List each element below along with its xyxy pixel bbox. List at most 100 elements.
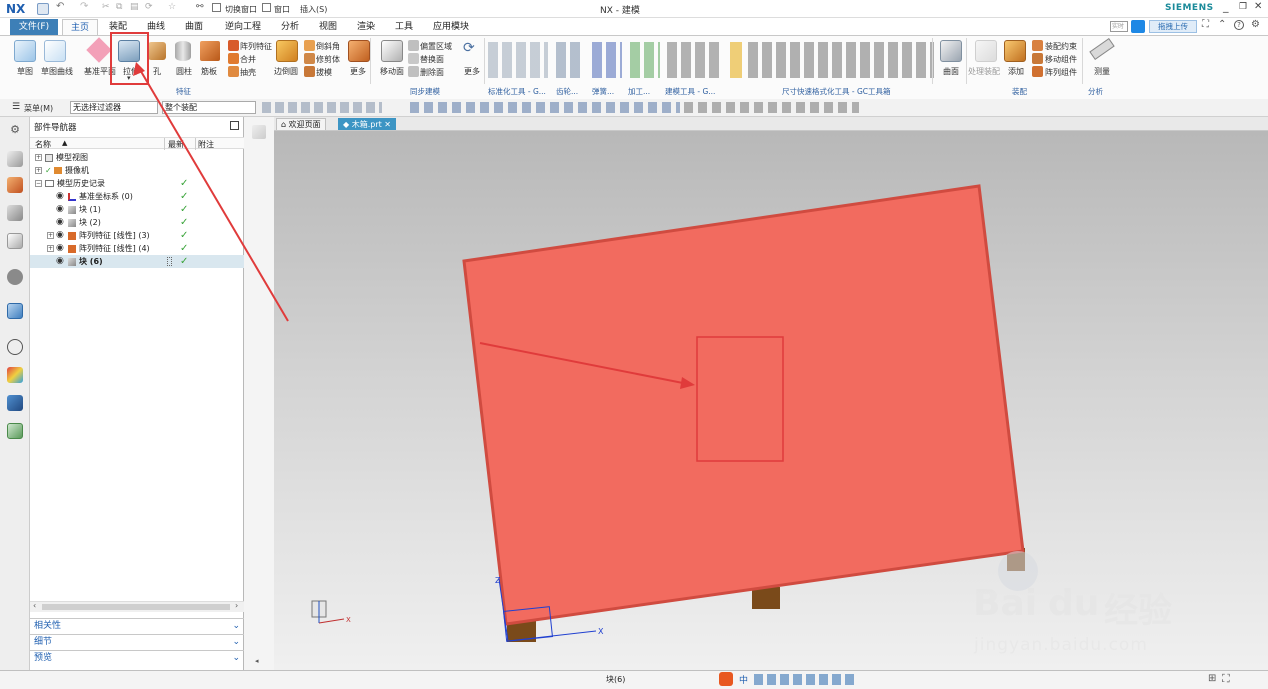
- edge-blend-label[interactable]: 边倒圆: [274, 66, 298, 77]
- unite-label[interactable]: 合并: [240, 54, 256, 65]
- process-studio-icon[interactable]: [7, 395, 23, 411]
- repeat-command-icon[interactable]: ⟳: [145, 2, 153, 12]
- tree-row-model-views[interactable]: + 模型视图: [30, 151, 244, 164]
- tree-row-block-1[interactable]: ◉ 块 (1) ✓: [30, 203, 244, 216]
- group-sync-label[interactable]: 同步建模: [410, 85, 440, 98]
- selection-scope-select[interactable]: 整个装配: [162, 101, 256, 114]
- tab-assembly[interactable]: 装配: [100, 19, 136, 35]
- star-icon[interactable]: ☆: [168, 2, 176, 12]
- make-unique-icon[interactable]: [975, 40, 997, 62]
- group-dimension-tools-label[interactable]: 尺寸快速格式化工具 - GC工具箱: [782, 85, 891, 98]
- constraint-navigator-icon[interactable]: [7, 177, 23, 193]
- more-features-icon[interactable]: [348, 40, 370, 62]
- scroll-left-icon[interactable]: ‹: [33, 601, 36, 610]
- delete-face-label[interactable]: 删除面: [420, 67, 444, 78]
- hole-icon[interactable]: [148, 42, 166, 60]
- assembly-constraint-label[interactable]: 装配约束: [1045, 41, 1077, 52]
- visibility-eye-icon[interactable]: ◉: [56, 255, 64, 268]
- tab-render[interactable]: 渲染: [348, 19, 384, 35]
- insert-menu[interactable]: 插入(S): [300, 4, 327, 15]
- cloud-icon[interactable]: [1131, 20, 1145, 33]
- collapse-ribbon-icon[interactable]: ⌃: [1218, 19, 1226, 30]
- command-search-input[interactable]: 实时: [1110, 21, 1128, 32]
- cut-icon[interactable]: ✂: [102, 2, 110, 12]
- copy-icon[interactable]: ⧉: [116, 2, 122, 12]
- close-icon[interactable]: ✕: [1254, 1, 1262, 12]
- pattern-feature-label[interactable]: 阵列特征: [240, 41, 272, 52]
- measure-icon[interactable]: [1089, 38, 1115, 60]
- history-icon[interactable]: [7, 339, 23, 355]
- standardization-tools-icons[interactable]: [488, 42, 548, 78]
- tab-curve[interactable]: 曲线: [138, 19, 174, 35]
- datum-plane-label[interactable]: 基准平面: [84, 66, 116, 77]
- minimize-icon[interactable]: _: [1223, 0, 1229, 13]
- tab-reverse-engineering[interactable]: 逆向工程: [216, 19, 270, 35]
- sort-ascending-icon[interactable]: ▲: [62, 139, 67, 147]
- visibility-eye-icon[interactable]: ◉: [56, 190, 64, 203]
- details-panel[interactable]: 细节 ⌄: [30, 634, 244, 649]
- replace-face-icon[interactable]: [408, 53, 419, 64]
- expand-icon[interactable]: +: [35, 154, 42, 161]
- unite-icon[interactable]: [228, 53, 239, 64]
- undo-icon[interactable]: ↶: [56, 1, 64, 12]
- tab-surface[interactable]: 曲面: [176, 19, 212, 35]
- tree-row-pattern-4[interactable]: + ◉ 阵列特征 [线性] (4) ✓: [30, 242, 244, 255]
- sketch-label[interactable]: 草图: [17, 66, 33, 77]
- offset-region-label[interactable]: 偏置区域: [420, 41, 452, 52]
- sogou-ime-icon[interactable]: [719, 672, 733, 686]
- pattern-component-icon[interactable]: [1032, 66, 1043, 77]
- visibility-eye-icon[interactable]: ◉: [56, 203, 64, 216]
- pattern-feature-icon[interactable]: [228, 40, 239, 51]
- tab-applications[interactable]: 应用模块: [424, 19, 478, 35]
- add-component-icon[interactable]: [1004, 40, 1026, 62]
- reuse-library-icon[interactable]: [7, 233, 23, 249]
- snap-point-icons[interactable]: [410, 102, 680, 113]
- collapse-icon[interactable]: −: [35, 180, 42, 187]
- ime-toolbar-icons[interactable]: [754, 674, 854, 685]
- tree-row-pattern-3[interactable]: + ◉ 阵列特征 [线性] (3) ✓: [30, 229, 244, 242]
- wooden-box-body[interactable]: [462, 184, 1025, 626]
- more-features-label[interactable]: 更多: [350, 66, 366, 77]
- paste-icon[interactable]: ▤: [130, 2, 139, 12]
- assembly-navigator-icon[interactable]: [7, 151, 23, 167]
- column-latest[interactable]: 最新: [168, 139, 184, 150]
- move-face-icon[interactable]: [381, 40, 403, 62]
- view-triad-icon[interactable]: [252, 125, 266, 139]
- shell-icon[interactable]: [228, 66, 239, 77]
- move-component-icon[interactable]: [1032, 53, 1043, 64]
- edge-blend-icon[interactable]: [276, 40, 298, 62]
- system-materials-icon[interactable]: [7, 367, 23, 383]
- scroll-right-icon[interactable]: ›: [235, 601, 238, 610]
- web-browser-icon[interactable]: [7, 269, 23, 285]
- expand-icon[interactable]: +: [47, 245, 54, 252]
- maximize-panel-icon[interactable]: [230, 121, 239, 130]
- datum-plane-icon[interactable]: [86, 37, 112, 63]
- visibility-eye-icon[interactable]: ◉: [56, 242, 64, 255]
- trim-body-icon[interactable]: [304, 53, 315, 64]
- tab-analysis[interactable]: 分析: [272, 19, 308, 35]
- panel-splitter[interactable]: ◂: [244, 117, 274, 670]
- tree-row-block-2[interactable]: ◉ 块 (2) ✓: [30, 216, 244, 229]
- horizontal-scrollbar[interactable]: ‹ ›: [30, 601, 244, 612]
- offset-region-icon[interactable]: [408, 40, 419, 51]
- sketch-icon[interactable]: [14, 40, 36, 62]
- selection-filter-icons[interactable]: [262, 102, 382, 113]
- machining-tools-icons[interactable]: [630, 42, 660, 78]
- tab-part-file[interactable]: ◆ 木箱.prt ✕: [338, 118, 396, 130]
- tab-home[interactable]: 主页: [62, 19, 98, 35]
- pattern-component-label[interactable]: 阵列组件: [1045, 67, 1077, 78]
- add-component-label[interactable]: 添加: [1008, 66, 1024, 77]
- draft-icon[interactable]: [304, 66, 315, 77]
- close-tab-icon[interactable]: ✕: [382, 120, 391, 129]
- rib-label[interactable]: 筋板: [201, 66, 217, 77]
- group-analysis-label[interactable]: 分析: [1088, 85, 1103, 98]
- tab-welcome-page[interactable]: ⌂ 欢迎页面: [276, 118, 326, 130]
- tab-file[interactable]: 文件(F): [10, 19, 58, 35]
- history-palette-icon[interactable]: [7, 303, 23, 319]
- tab-view[interactable]: 视图: [310, 19, 346, 35]
- fullscreen-icon[interactable]: ⛶: [1222, 672, 1230, 686]
- move-face-label[interactable]: 移动面: [380, 66, 404, 77]
- rib-icon[interactable]: [200, 41, 220, 61]
- group-assembly-label[interactable]: 装配: [1012, 85, 1027, 98]
- part-navigator-icon[interactable]: [7, 205, 23, 221]
